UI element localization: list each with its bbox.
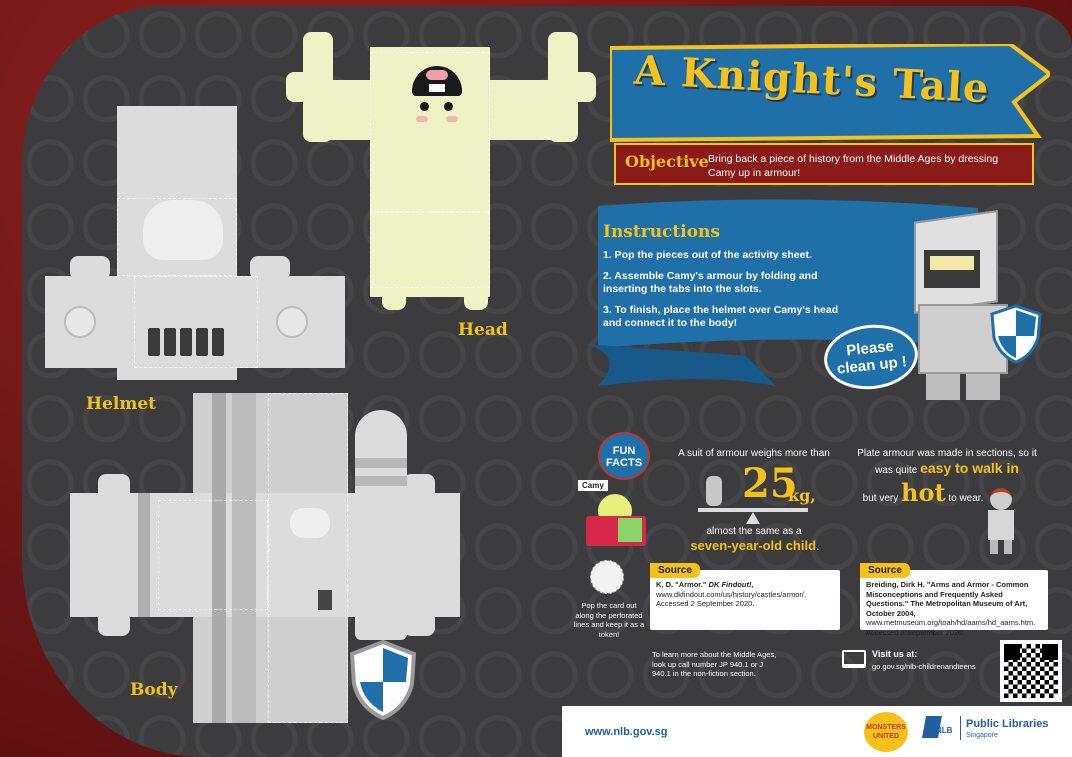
- fact2-line3b: to wear.: [948, 493, 984, 504]
- helmet-rivet-left: [64, 306, 96, 338]
- token-card[interactable]: [590, 560, 624, 594]
- helmet-visor-slots: [148, 328, 224, 356]
- fun-facts-line2: FACTS: [605, 457, 643, 469]
- footer-url[interactable]: www.nlb.gov.sg: [585, 726, 668, 738]
- fun-facts-badge: FUN FACTS: [598, 432, 650, 480]
- hot-knight-illustration: [984, 484, 1018, 556]
- laptop-icon: [842, 650, 866, 668]
- fact2-line3: but very hot to wear.: [858, 478, 988, 507]
- body-label: Body: [130, 680, 178, 700]
- shield-icon: [348, 639, 418, 721]
- source1-citation: K, D. "Armor." DK Findout!, www.dkfindou…: [656, 580, 836, 609]
- source2-citation: Breiding, Dirk H. "Arms and Armor - Comm…: [866, 580, 1044, 637]
- public-libraries-label: Public Libraries: [966, 718, 1049, 730]
- nlb-divider: [960, 716, 961, 740]
- shield-icon: [990, 304, 1042, 364]
- fact1-highlight: seven-year-old child: [690, 538, 817, 553]
- fact2-line2: was quite easy to walk in: [852, 460, 1042, 476]
- nlb-abbr: NLB: [936, 726, 953, 735]
- fact1-middle: almost the same as a: [706, 526, 802, 537]
- source2-title: Breiding, Dirk H. "Arms and Armor - Comm…: [866, 580, 1029, 618]
- source1-publication: DK Findout!,: [708, 580, 754, 589]
- helmet-rivet-right: [276, 306, 308, 338]
- nlb-logo: NLB: [922, 716, 958, 742]
- instruction-step: 1. Pop the pieces out of the activity sh…: [603, 249, 812, 261]
- singapore-label: Singapore: [966, 732, 998, 739]
- fact1-intro: A suit of armour weighs more than: [678, 448, 830, 459]
- source1-url[interactable]: www.dkfindout.com/us/history/castles/arm…: [656, 590, 806, 599]
- camy-face: [412, 66, 462, 126]
- monsters-line2: UNITED: [872, 733, 900, 740]
- source2-accessed: Accessed 2 September 2020.: [866, 627, 965, 637]
- source1-accessed: Accessed 2 September 2020.: [656, 599, 755, 608]
- objective-text: Bring back a piece of history from the M…: [708, 153, 999, 179]
- source2-url[interactable]: www.metmuseum.org/toah/hd/aams/hd_aams.h…: [866, 618, 1035, 627]
- fact2-highlight1: easy to walk in: [920, 460, 1019, 476]
- source1-author: K, D. "Armor.": [656, 580, 707, 589]
- learn-more-text: To learn more about the Middle Ages, loo…: [652, 650, 777, 678]
- arm-tube: [355, 410, 407, 640]
- monsters-united-logo: MONSTERS UNITED: [864, 712, 908, 752]
- instructions-list: 1. Pop the pieces out of the activity sh…: [603, 249, 853, 338]
- fact2-highlight2: hot: [901, 478, 946, 507]
- head-label: Head: [458, 320, 508, 340]
- fact2-line3a: but very: [862, 493, 899, 504]
- source1-tag: Source: [650, 563, 700, 578]
- qr-code[interactable]: [1000, 640, 1062, 702]
- visit-url[interactable]: go.gov.sg/nlb-childrenandteens: [872, 662, 976, 671]
- instruction-step: 3. To finish, place the helmet over Camy…: [603, 304, 839, 329]
- camy-reading-illustration: [586, 494, 646, 550]
- fact1-highlight-line: seven-year-old child.: [672, 538, 838, 553]
- source2-tag: Source: [860, 563, 910, 578]
- fact2-line2a: was quite: [875, 465, 918, 476]
- instructions-title: Instructions: [603, 222, 720, 242]
- fact2-line1: Plate armour was made in sections, so it: [857, 448, 1037, 459]
- token-instruction: Pop the card out along the perforated li…: [573, 601, 645, 639]
- knight-camy-illustration: [886, 208, 1056, 408]
- instruction-step: 2. Assemble Camy's armour by folding and…: [603, 270, 818, 295]
- body-slot: [318, 590, 332, 610]
- fact1-end: .: [816, 538, 820, 553]
- objective-label: Objective: [625, 152, 709, 171]
- helmet-label: Helmet: [86, 394, 156, 414]
- camy-tag: Camy: [578, 480, 608, 491]
- fact1-unit: kg,: [788, 486, 816, 505]
- fun-facts-line1: FUN: [612, 445, 636, 457]
- visit-label: Visit us at:: [872, 649, 918, 659]
- monsters-line1: MONSTERS: [866, 724, 906, 731]
